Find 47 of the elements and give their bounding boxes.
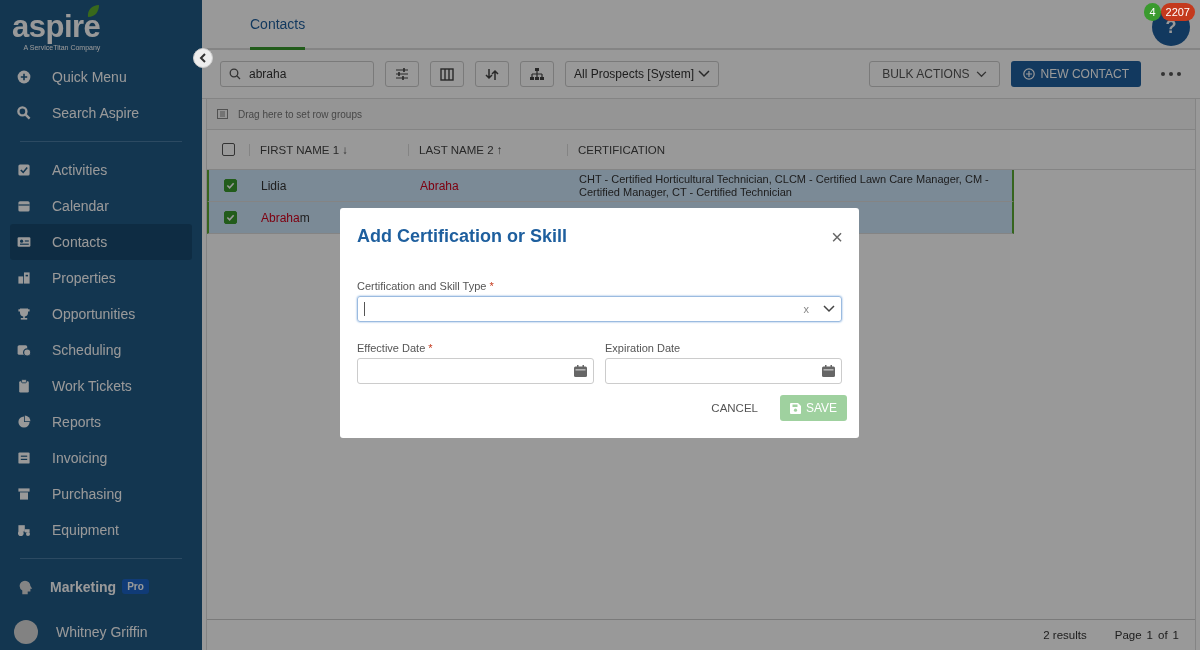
required-mark: * [489,280,494,292]
sidebar-item[interactable]: Opportunities [10,296,192,333]
marketing-item[interactable]: Marketing [50,578,117,595]
page-label: of [1158,629,1168,641]
bulk-actions-button[interactable]: BULK ACTIONS [869,61,1000,87]
close-button[interactable]: × [827,226,847,247]
field-label: Expiration Date [605,342,682,354]
page-count: 1 [1172,629,1179,641]
count-badge: 4 [1144,3,1161,21]
sidebar-item[interactable]: Reports [10,404,192,441]
sidebar-item[interactable]: Contacts [10,224,192,261]
sidebar-item[interactable]: Work Tickets [10,368,192,405]
sidebar-item[interactable]: Invoicing [10,440,192,477]
cancel-button[interactable]: CANCEL [705,401,764,415]
sidebar-item[interactable]: Equipment [10,512,192,548]
clear-button[interactable]: x [803,303,809,315]
dialog-title: Add Certification or Skill [357,226,568,247]
sidebar-item[interactable]: Calendar [10,188,192,225]
field-label: Certification and Skill Type * [357,280,495,292]
sidebar-item[interactable]: Activities [10,152,192,189]
table-row[interactable]: Lidia Abraha CHT - Certified Horticultural Technician, CLCM - Certified Lawn Care Manager, CM - Certified Manager, CT - Certified Technician [207,170,1014,202]
required-mark: * [428,342,433,354]
type-select-field[interactable]: x [357,296,842,322]
new-contact-button[interactable]: NEW CONTACT [1010,61,1141,87]
tab[interactable]: Contacts [250,16,306,50]
sidebar-item[interactable]: Search Aspire [10,95,192,132]
column-header[interactable]: CERTIFICATION [567,143,1014,156]
pro-badge: Pro [122,579,149,595]
field-label: Effective Date * [357,342,434,354]
results-count: 2 results [1043,629,1087,641]
column-header[interactable]: FIRST NAME 1 ↓ [249,143,408,156]
user-name[interactable]: Whitney Griffin [56,624,148,641]
table-cell-text: Abraha [419,178,460,193]
page-label: Page [1114,629,1142,641]
sidebar-item[interactable]: Properties [10,260,192,297]
table-cell-text: Abraham [260,210,311,225]
sidebar-item[interactable]: Quick Menu [10,59,192,96]
page-number: 1 [1146,629,1153,641]
search-field[interactable]: abraha [220,61,374,87]
table-cell-text: CHT - Certified Horticultural Technician, CLCM - Certified Lawn Care Manager, CM - Certified Manager, CT - Certified Technician [578,172,990,199]
sidebar-item[interactable]: Purchasing [10,476,192,512]
sidebar-item[interactable]: Scheduling [10,332,192,369]
table-cell-text: Lidia [260,178,288,193]
count-badge: 2207 [1160,3,1195,21]
column-header[interactable]: LAST NAME 2 ↑ [408,143,567,156]
group-hint: Drag here to set row groups [238,108,362,120]
view-dropdown[interactable]: All Prospects [System] [565,61,719,87]
